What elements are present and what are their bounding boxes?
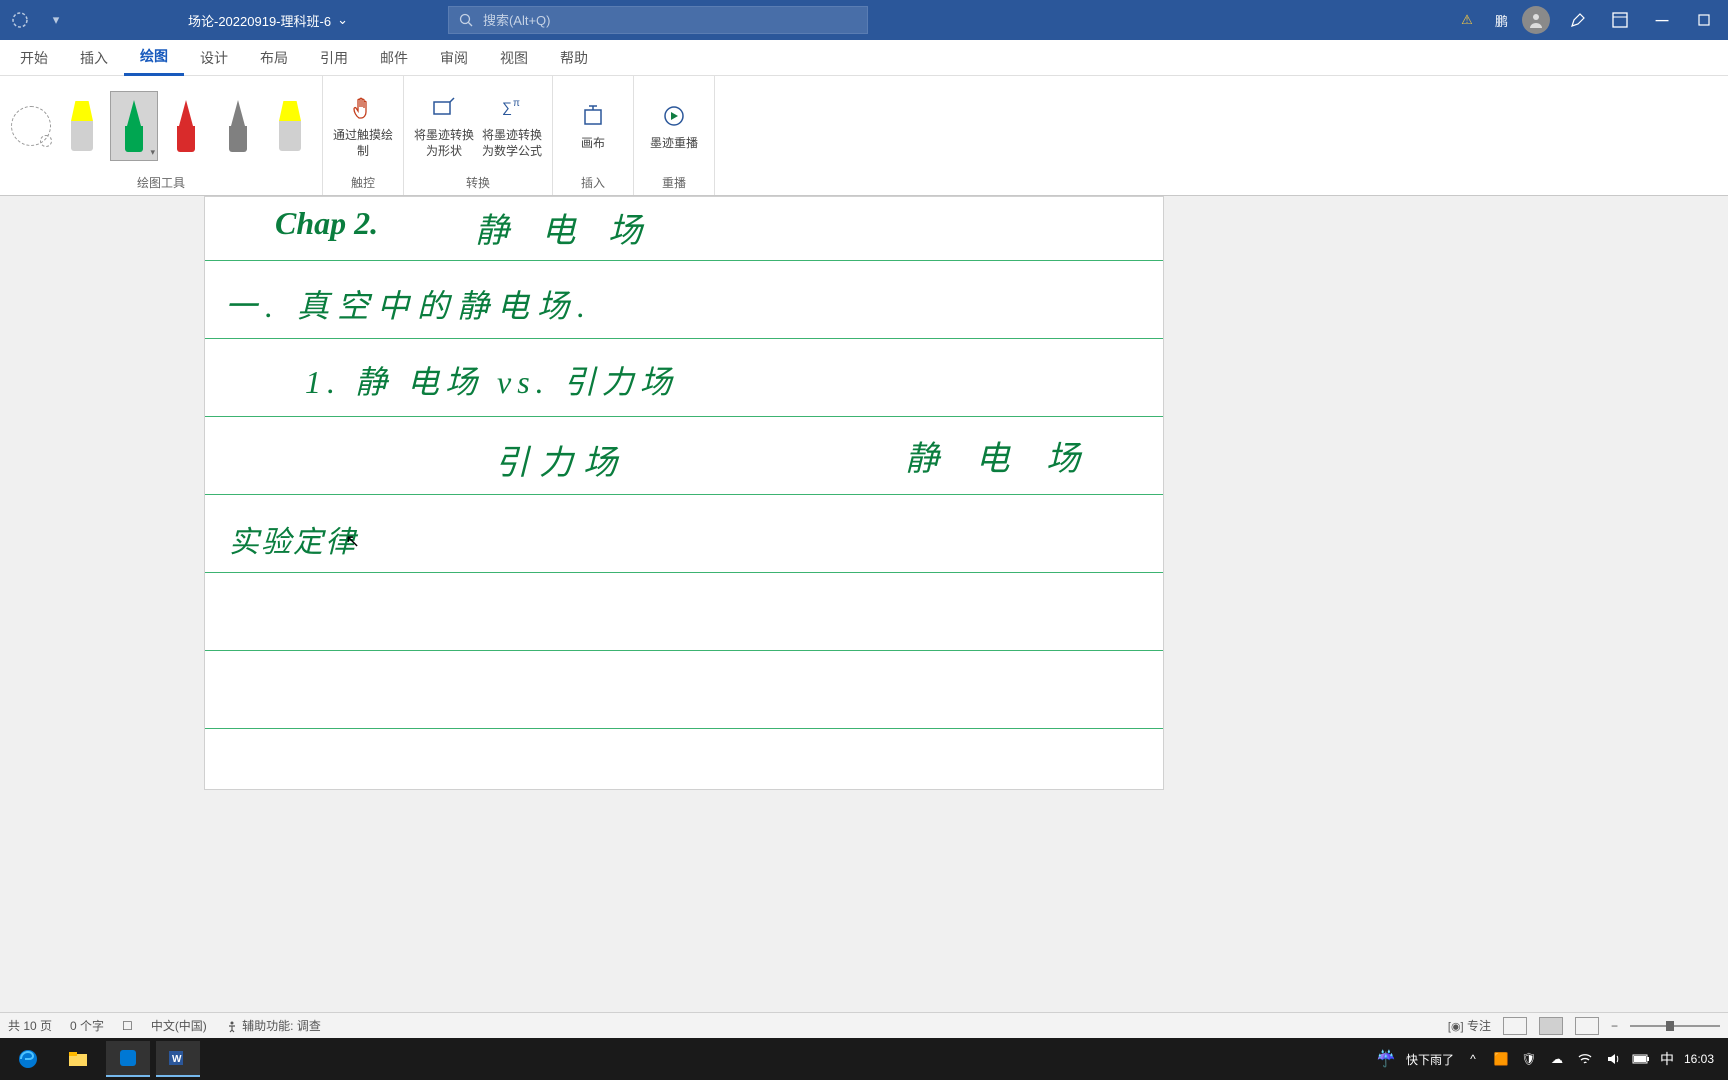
tab-draw[interactable]: 绘图 <box>124 40 184 76</box>
tab-mail[interactable]: 邮件 <box>364 40 424 76</box>
lang-status-icon[interactable]: ☐ <box>122 1019 133 1033</box>
svg-text:∑: ∑ <box>502 99 512 115</box>
tray-time[interactable]: 16:03 <box>1684 1052 1714 1066</box>
taskbar-edge[interactable] <box>6 1041 50 1077</box>
tray-onedrive-icon[interactable]: ☁ <box>1548 1050 1566 1068</box>
accessibility[interactable]: 辅助功能: 调查 <box>225 1017 321 1034</box>
ribbon-tabs: 开始 插入 绘图 设计 布局 引用 邮件 审阅 视图 帮助 <box>0 40 1728 76</box>
taskbar-explorer[interactable] <box>56 1041 100 1077</box>
ribbon-mode-icon[interactable] <box>1606 6 1634 34</box>
view-print-icon[interactable] <box>1539 1017 1563 1035</box>
statusbar: 共 10 页 0 个字 ☐ 中文(中国) 辅助功能: 调查 [◉] 专注 − <box>0 1012 1728 1038</box>
tab-review[interactable]: 审阅 <box>424 40 484 76</box>
replay-icon <box>658 100 690 132</box>
pen-mode-icon[interactable] <box>1564 6 1592 34</box>
avatar[interactable] <box>1522 6 1550 34</box>
handwriting: 一. 真空中的静电场. <box>225 281 593 327</box>
autosave-toggle[interactable] <box>8 8 32 32</box>
group-label: 绘图工具 <box>137 172 185 193</box>
ink-to-math-button[interactable]: ∑π 将墨迹转换为数学公式 <box>480 81 544 171</box>
tab-start[interactable]: 开始 <box>4 40 64 76</box>
zoom-out[interactable]: − <box>1611 1019 1618 1033</box>
group-draw-tools: ▾ 绘图工具 <box>0 76 323 195</box>
tray-wifi-icon[interactable] <box>1576 1050 1594 1068</box>
document-name: 场论-20220919-理科班-6 <box>188 11 331 30</box>
tray-ime[interactable]: 中 <box>1660 1049 1674 1069</box>
svg-text:π: π <box>513 98 520 109</box>
canvas-button[interactable]: 画布 <box>561 81 625 171</box>
cursor-icon: ↖ <box>345 531 360 552</box>
chevron-down-icon[interactable]: ▾ <box>150 147 155 158</box>
document-title[interactable]: 场论-20220919-理科班-6 ⌄ <box>188 11 348 30</box>
group-label: 转换 <box>466 172 490 193</box>
document-area[interactable]: Chap 2. 静 电 场 一. 真空中的静电场. 1. 静 电场 vs. 引力… <box>0 196 1728 1046</box>
minimize-button[interactable]: ─ <box>1648 6 1676 34</box>
handwriting: 静 电 场 <box>475 203 654 252</box>
zoom-slider[interactable] <box>1630 1025 1720 1027</box>
handwriting: Chap 2. <box>275 205 378 242</box>
tab-design[interactable]: 设计 <box>184 40 244 76</box>
group-label: 重播 <box>662 172 686 193</box>
group-label: 触控 <box>351 172 375 193</box>
group-insert: 画布 插入 <box>553 76 634 195</box>
maximize-button[interactable] <box>1690 6 1718 34</box>
hand-icon <box>347 92 379 124</box>
touch-draw-button[interactable]: 通过触摸绘制 <box>331 81 395 171</box>
handwriting: 静 电 场 <box>905 431 1094 480</box>
tab-layout[interactable]: 布局 <box>244 40 304 76</box>
search-icon <box>459 13 473 27</box>
shape-icon <box>428 92 460 124</box>
tray-battery-icon[interactable] <box>1632 1050 1650 1068</box>
taskbar: W ☔ 快下雨了 ^ 🟧 🛡 ☁ 中 16:03 <box>0 1038 1728 1080</box>
weather-text[interactable]: 快下雨了 <box>1406 1051 1454 1068</box>
search-input[interactable] <box>483 13 857 28</box>
handwriting: 1. 静 电场 vs. 引力场 <box>305 357 678 403</box>
handwriting: 引力场 <box>495 435 627 484</box>
lasso-select[interactable] <box>11 106 51 146</box>
group-replay: 墨迹重播 重播 <box>634 76 715 195</box>
ribbon: ▾ 绘图工具 通过触摸绘制 触控 <box>0 76 1728 196</box>
page-count[interactable]: 共 10 页 <box>8 1017 52 1034</box>
qat-dropdown[interactable]: ▾ <box>44 8 68 32</box>
tray-security-icon[interactable]: 🛡 <box>1520 1050 1538 1068</box>
ink-to-shape-button[interactable]: 将墨迹转换为形状 <box>412 81 476 171</box>
ink-replay-button[interactable]: 墨迹重播 <box>642 81 706 171</box>
word-count[interactable]: 0 个字 <box>70 1017 104 1034</box>
group-convert: 将墨迹转换为形状 ∑π 将墨迹转换为数学公式 转换 <box>404 76 553 195</box>
pen-highlighter-yellow[interactable] <box>58 91 106 161</box>
view-read-icon[interactable] <box>1503 1017 1527 1035</box>
pen-gray[interactable] <box>214 91 262 161</box>
user-name-short: 鹏 <box>1495 11 1508 30</box>
taskbar-app-1[interactable] <box>106 1041 150 1077</box>
focus-mode[interactable]: [◉] 专注 <box>1448 1017 1491 1034</box>
tray-app-icon[interactable]: 🟧 <box>1492 1050 1510 1068</box>
pen-green[interactable]: ▾ <box>110 91 158 161</box>
svg-text:W: W <box>172 1054 182 1065</box>
taskbar-word[interactable]: W <box>156 1041 200 1077</box>
group-touch: 通过触摸绘制 触控 <box>323 76 404 195</box>
warning-icon[interactable]: ⚠ <box>1453 6 1481 34</box>
page: Chap 2. 静 电 场 一. 真空中的静电场. 1. 静 电场 vs. 引力… <box>204 196 1164 790</box>
view-web-icon[interactable] <box>1575 1017 1599 1035</box>
tray-chevron-icon[interactable]: ^ <box>1464 1050 1482 1068</box>
tab-help[interactable]: 帮助 <box>544 40 604 76</box>
pen-red[interactable] <box>162 91 210 161</box>
titlebar: ▾ 场论-20220919-理科班-6 ⌄ ⚠ 鹏 ─ <box>0 0 1728 40</box>
tab-view[interactable]: 视图 <box>484 40 544 76</box>
group-label: 插入 <box>581 172 605 193</box>
search-box[interactable] <box>448 6 868 34</box>
canvas-icon <box>577 100 609 132</box>
math-icon: ∑π <box>496 92 528 124</box>
handwriting: 实验定律 <box>229 517 357 561</box>
weather-icon[interactable]: ☔ <box>1376 1049 1396 1069</box>
tab-references[interactable]: 引用 <box>304 40 364 76</box>
language[interactable]: 中文(中国) <box>151 1017 207 1034</box>
tab-insert[interactable]: 插入 <box>64 40 124 76</box>
chevron-down-icon: ⌄ <box>337 12 348 28</box>
tray-volume-icon[interactable] <box>1604 1050 1622 1068</box>
pen-highlighter-yellow-2[interactable] <box>266 91 314 161</box>
